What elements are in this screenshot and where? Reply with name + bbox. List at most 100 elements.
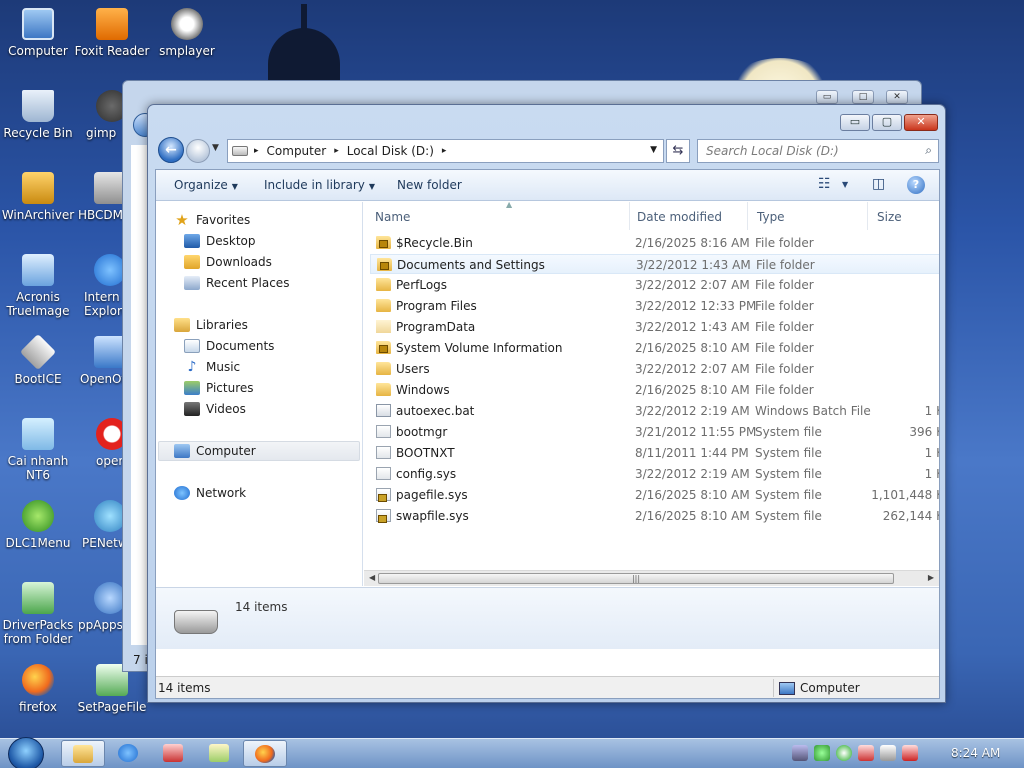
minimize-button[interactable]: ▭ [840,114,870,131]
file-row[interactable]: ProgramData 3/22/2012 1:43 AM File folder [370,317,939,337]
breadcrumb-separator-icon[interactable]: ▸ [442,146,447,156]
desktop-icon-internet-explorer[interactable]: Intern Explore [84,254,129,318]
preview-pane-icon[interactable]: ◫ [872,176,885,192]
desktop-icon-dlc1menu[interactable]: DLC1Menu [0,500,76,550]
desktop-icon-cai-nhanh[interactable]: Cai nhanh NT6 [0,418,76,482]
file-row[interactable]: Program Files 3/22/2012 12:33 PM File fold… [370,296,939,316]
file-row[interactable]: PerfLogs 3/22/2012 2:07 AM File folder [370,275,939,295]
include-in-library-button[interactable]: Include in library ▼ [264,178,375,192]
file-row[interactable]: BOOTNXT 8/11/2011 1:44 PM System file 1 K [370,443,939,463]
desktop-icon-recycle-bin[interactable]: Recycle Bin [0,90,76,140]
new-folder-button[interactable]: New folder [397,178,462,192]
file-name: autoexec.bat [396,404,475,418]
tray-app-icon[interactable] [792,745,808,761]
column-name-header[interactable]: Name ▲ [366,202,630,230]
view-options-dropdown[interactable]: ▼ [842,180,848,189]
libraries-icon [174,318,190,332]
background-minimize-button[interactable]: ▭ [816,90,838,104]
recycle-bin-icon [22,90,54,122]
breadcrumb-separator-icon[interactable]: ▸ [334,146,339,156]
status-bar: 14 items Computer [156,676,939,698]
search-input[interactable]: Search Local Disk (D:) ⌕ [697,139,939,163]
desktop-icon-foxit-reader[interactable]: Foxit Reader [74,8,150,58]
file-row[interactable]: System Volume Information 2/16/2025 8:10 … [370,338,939,358]
refresh-button[interactable]: ⇆ [666,139,690,163]
file-date: 3/22/2012 2:07 AM [635,278,750,292]
address-bar[interactable]: ▸ Computer ▸ Local Disk (D:) ▸ ▼ [227,139,664,163]
nav-music[interactable]: ♪ Music [184,357,241,377]
file-row[interactable]: Windows 2/16/2025 8:10 AM File folder [370,380,939,400]
horizontal-scrollbar[interactable]: ◀ ||| ▶ [364,570,939,586]
file-row[interactable]: Documents and Settings 3/22/2012 1:43 AM F… [370,254,939,274]
file-icon [376,404,391,417]
nav-downloads[interactable]: Downloads [184,252,272,272]
column-type-header[interactable]: Type [748,202,868,230]
tray-network-icon[interactable] [880,745,896,761]
background-close-button[interactable]: ✕ [886,90,908,104]
column-date-header[interactable]: Date modified [628,202,748,230]
file-row[interactable]: autoexec.bat 3/22/2012 2:19 AM Windows Bat… [370,401,939,421]
scroll-left-icon[interactable]: ◀ [369,573,375,582]
organize-button[interactable]: Organize ▼ [174,178,238,192]
desktop-icon-acronis[interactable]: Acronis TrueImage [0,254,76,318]
file-type: File folder [755,383,814,397]
nav-videos[interactable]: Videos [184,399,246,419]
music-icon: ♪ [187,359,197,375]
tray-tool-icon[interactable] [858,745,874,761]
file-size: 396 K [909,425,939,439]
start-button[interactable] [8,737,44,768]
nav-network[interactable]: Network [174,483,246,503]
clock[interactable]: 8:24 AM [951,746,1000,760]
taskbar-tool-button[interactable] [151,740,195,767]
desktop-icon-hbcdm[interactable]: HBCDM [78,172,126,222]
tray-play-icon[interactable] [836,745,852,761]
nav-documents[interactable]: Documents [184,336,274,356]
file-date: 3/22/2012 1:43 AM [635,320,750,334]
desktop-icon-firefox[interactable]: firefox [0,664,76,714]
file-row[interactable]: $Recycle.Bin 2/16/2025 8:16 AM File folder [370,233,939,253]
forward-button[interactable] [186,139,210,163]
desktop-icon-winarchiver[interactable]: WinArchiver [0,172,76,222]
nav-favorites[interactable]: ★ Favorites [174,210,250,230]
taskbar-firefox-button[interactable] [243,740,287,767]
background-maximize-button[interactable]: □ [852,90,874,104]
desktop-icon-penetwork[interactable]: PENetw [82,500,128,550]
desktop-icon-bootice[interactable]: BootICE [0,333,76,386]
tray-status-icon[interactable] [814,745,830,761]
recent-pages-dropdown[interactable]: ▼ [212,143,219,153]
search-icon[interactable]: ⌕ [925,143,932,158]
nav-computer[interactable]: Computer [174,441,256,461]
breadcrumb-computer[interactable]: Computer [267,144,327,158]
pdf-icon [96,8,128,40]
taskbar-paint-button[interactable] [197,740,241,767]
back-button[interactable]: ← [158,137,184,163]
file-row[interactable]: swapfile.sys 2/16/2025 8:10 AM System file… [370,506,939,526]
nav-desktop[interactable]: Desktop [184,231,256,251]
column-size-header[interactable]: Size [868,202,939,230]
close-button[interactable]: ✕ [904,114,938,131]
file-row[interactable]: config.sys 3/22/2012 2:19 AM System file 1 … [370,464,939,484]
file-row[interactable]: bootmgr 3/21/2012 11:55 PM System file 396 … [370,422,939,442]
taskbar-ie-button[interactable] [106,740,150,767]
help-icon[interactable]: ? [907,176,925,194]
nav-recent-places[interactable]: Recent Places [184,273,289,293]
scrollbar-thumb[interactable]: ||| [378,573,894,584]
file-row[interactable]: Users 3/22/2012 2:07 AM File folder [370,359,939,379]
desktop-icon-computer[interactable]: Computer [0,8,76,58]
maximize-button[interactable]: ▢ [872,114,902,131]
breadcrumb-local-disk[interactable]: Local Disk (D:) [347,144,434,158]
scroll-right-icon[interactable]: ▶ [928,573,934,582]
file-type: System file [755,467,822,481]
desktop-icon-ppapps[interactable]: ppApps [78,582,126,632]
desktop-icon-smplayer[interactable]: smplayer [149,8,225,58]
file-row[interactable]: pagefile.sys 2/16/2025 8:10 AM System file… [370,485,939,505]
breadcrumb-separator-icon[interactable]: ▸ [254,146,259,156]
nav-pictures[interactable]: Pictures [184,378,254,398]
desktop-icon-driverpacks[interactable]: DriverPacks from Folder [0,582,76,646]
nav-libraries[interactable]: Libraries [174,315,248,335]
taskbar-explorer-button[interactable] [61,740,105,767]
address-dropdown-icon[interactable]: ▼ [650,145,657,155]
change-view-icon[interactable]: ☷ [818,176,831,192]
tray-volume-icon[interactable] [902,745,918,761]
desktop-icon-openoffice[interactable]: OpenOf [80,336,126,386]
